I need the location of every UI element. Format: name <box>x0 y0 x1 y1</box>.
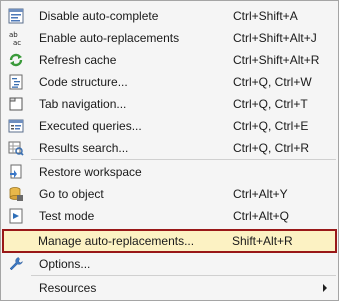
results-search-icon <box>8 140 24 156</box>
go-to-object-icon <box>8 186 24 202</box>
menu-item-label: Resources <box>39 281 97 295</box>
ab-replace-icon: ab ac <box>8 30 24 46</box>
menu-separator <box>31 159 336 160</box>
svg-text:ac: ac <box>13 39 21 46</box>
menu-item-shortcut: Ctrl+Alt+Y <box>233 187 288 201</box>
wrench-icon <box>8 256 24 272</box>
executed-queries-icon <box>8 118 24 134</box>
menu-item-go-to-object[interactable]: Go to object Ctrl+Alt+Y <box>3 183 336 205</box>
menu-item-results-search[interactable]: Results search... Ctrl+Q, Ctrl+R <box>3 137 336 159</box>
restore-workspace-icon <box>8 164 24 180</box>
submenu-arrow-icon <box>323 284 327 292</box>
refresh-icon <box>8 52 24 68</box>
menu-item-code-structure[interactable]: Code structure... Ctrl+Q, Ctrl+W <box>3 71 336 93</box>
menu-item-refresh-cache[interactable]: Refresh cache Ctrl+Shift+Alt+R <box>3 49 336 71</box>
menu-item-label: Disable auto-complete <box>39 9 159 23</box>
menu-item-options[interactable]: Options... <box>3 253 336 275</box>
menu-item-label: Enable auto-replacements <box>39 31 180 45</box>
svg-text:ab: ab <box>9 31 18 39</box>
menu-item-shortcut: Ctrl+Shift+Alt+R <box>233 53 320 67</box>
menu-item-label: Refresh cache <box>39 53 117 67</box>
menu-item-label: Manage auto-replacements... <box>38 234 195 248</box>
menu-item-shortcut: Ctrl+Q, Ctrl+R <box>233 141 310 155</box>
menu-item-label: Executed queries... <box>39 119 142 133</box>
menu-item-disable-auto-complete[interactable]: Disable auto-complete Ctrl+Shift+A <box>3 5 336 27</box>
menu-item-shortcut: Ctrl+Shift+Alt+J <box>233 31 317 45</box>
menu-item-restore-workspace[interactable]: Restore workspace <box>3 161 336 183</box>
menu-item-test-mode[interactable]: Test mode Ctrl+Alt+Q <box>3 205 336 227</box>
menu-item-shortcut: Ctrl+Alt+Q <box>233 209 290 223</box>
test-mode-icon <box>8 208 24 224</box>
menu-item-label: Restore workspace <box>39 165 142 179</box>
menu-item-shortcut: Ctrl+Shift+A <box>233 9 298 23</box>
menu-item-shortcut: Ctrl+Q, Ctrl+T <box>233 97 308 111</box>
code-structure-icon <box>8 74 24 90</box>
menu-item-shortcut: Ctrl+Q, Ctrl+E <box>233 119 309 133</box>
menu-item-label: Results search... <box>39 141 129 155</box>
menu-item-label: Test mode <box>39 209 95 223</box>
menu-separator <box>31 275 336 276</box>
menu-item-enable-auto-replacements[interactable]: ab ac Enable auto-replacements Ctrl+Shif… <box>3 27 336 49</box>
menu-item-label: Options... <box>39 257 91 271</box>
menu-item-shortcut: Shift+Alt+R <box>232 234 293 248</box>
context-menu: Disable auto-complete Ctrl+Shift+A ab ac… <box>0 0 339 301</box>
menu-item-label: Tab navigation... <box>39 97 127 111</box>
menu-item-tab-navigation[interactable]: Tab navigation... Ctrl+Q, Ctrl+T <box>3 93 336 115</box>
menu-item-resources[interactable]: Resources <box>3 277 336 299</box>
menu-item-label: Go to object <box>39 187 104 201</box>
menu-item-executed-queries[interactable]: Executed queries... Ctrl+Q, Ctrl+E <box>3 115 336 137</box>
tab-navigation-icon <box>8 96 24 112</box>
menu-item-label: Code structure... <box>39 75 128 89</box>
menu-item-manage-auto-replacements[interactable]: Manage auto-replacements... Shift+Alt+R <box>2 229 337 253</box>
menu-item-shortcut: Ctrl+Q, Ctrl+W <box>233 75 312 89</box>
autocomplete-icon <box>8 8 24 24</box>
